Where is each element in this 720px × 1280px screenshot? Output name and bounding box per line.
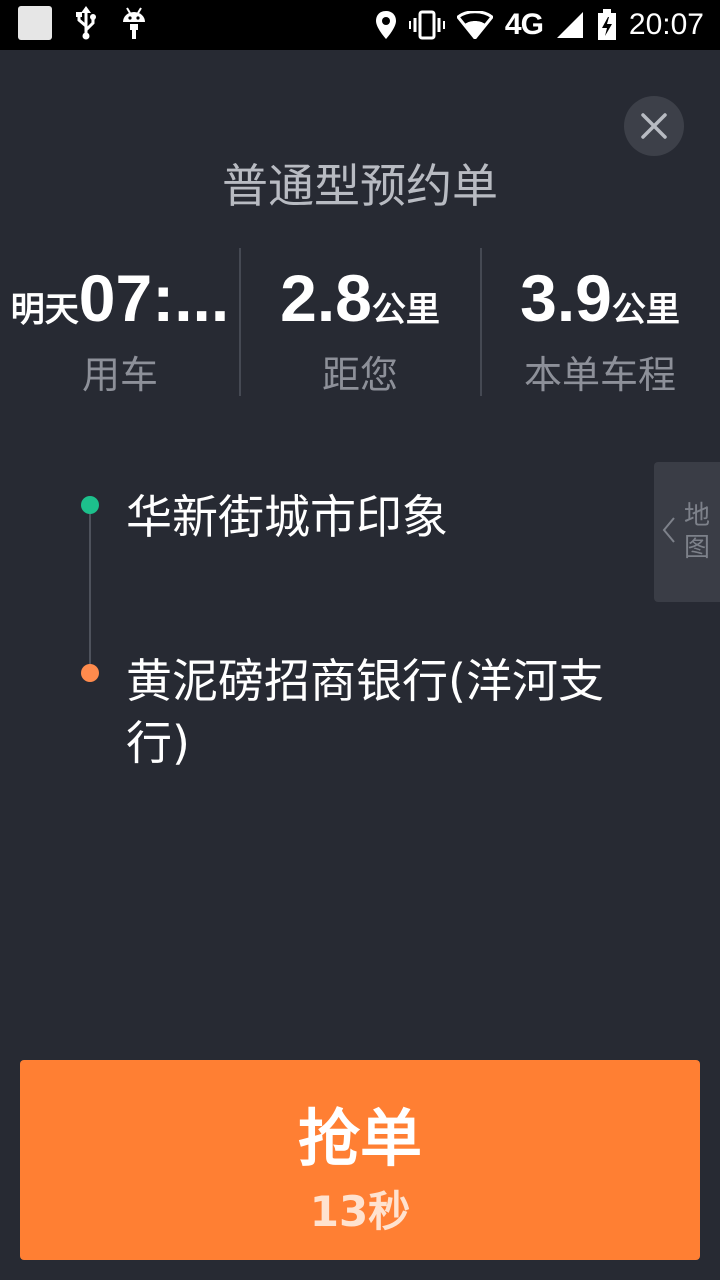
chevron-left-icon (662, 517, 675, 543)
app-notification-icon (18, 6, 52, 40)
pickup-day: 明天 (10, 290, 79, 330)
network-type: 4G (504, 8, 544, 41)
battery-charging-icon (597, 9, 617, 41)
wifi-icon (456, 11, 493, 39)
order-stats: 明天07:... 用车 2.8公里 距您 3.9公里 本单车程 (0, 248, 720, 398)
grab-countdown: 13秒 (309, 1187, 411, 1236)
vibrate-icon (408, 10, 445, 40)
stat-trip-distance: 3.9公里 本单车程 (480, 248, 720, 398)
android-debug-icon (120, 6, 148, 40)
map-tab-label: 地图 (684, 501, 711, 563)
distance-label: 距您 (321, 353, 398, 397)
stat-distance: 2.8公里 距您 (240, 248, 480, 398)
signal-icon (555, 10, 585, 40)
location-icon (375, 10, 397, 40)
grab-order-label: 抢单 (297, 1102, 422, 1175)
trip-distance-value: 3.9 (520, 261, 612, 335)
trip-distance-unit: 公里 (611, 290, 680, 330)
order-title: 普通型预约单 (222, 159, 498, 213)
status-bar: 4G 20:07 (0, 0, 720, 50)
map-tab[interactable]: 地图 (654, 462, 720, 602)
pickup-time-label: 用车 (81, 353, 158, 397)
distance-value: 2.8 (280, 261, 372, 335)
close-button[interactable] (624, 96, 684, 156)
trip-distance-label: 本单车程 (523, 353, 676, 397)
route-line (89, 510, 91, 670)
stat-pickup-time: 明天07:... 用车 (0, 248, 240, 398)
usb-icon (74, 6, 98, 40)
distance-unit: 公里 (371, 290, 440, 330)
clock: 20:07 (628, 8, 704, 41)
end-point-dot (81, 664, 99, 682)
start-point-dot (81, 496, 99, 514)
start-address: 华新街城市印象 (126, 490, 448, 544)
pickup-time-value: 07:... (78, 261, 230, 335)
end-address: 黄泥磅招商银行(洋河支行) (126, 654, 604, 770)
grab-order-button[interactable]: 抢单 13秒 (20, 1060, 700, 1260)
close-icon (641, 113, 667, 139)
